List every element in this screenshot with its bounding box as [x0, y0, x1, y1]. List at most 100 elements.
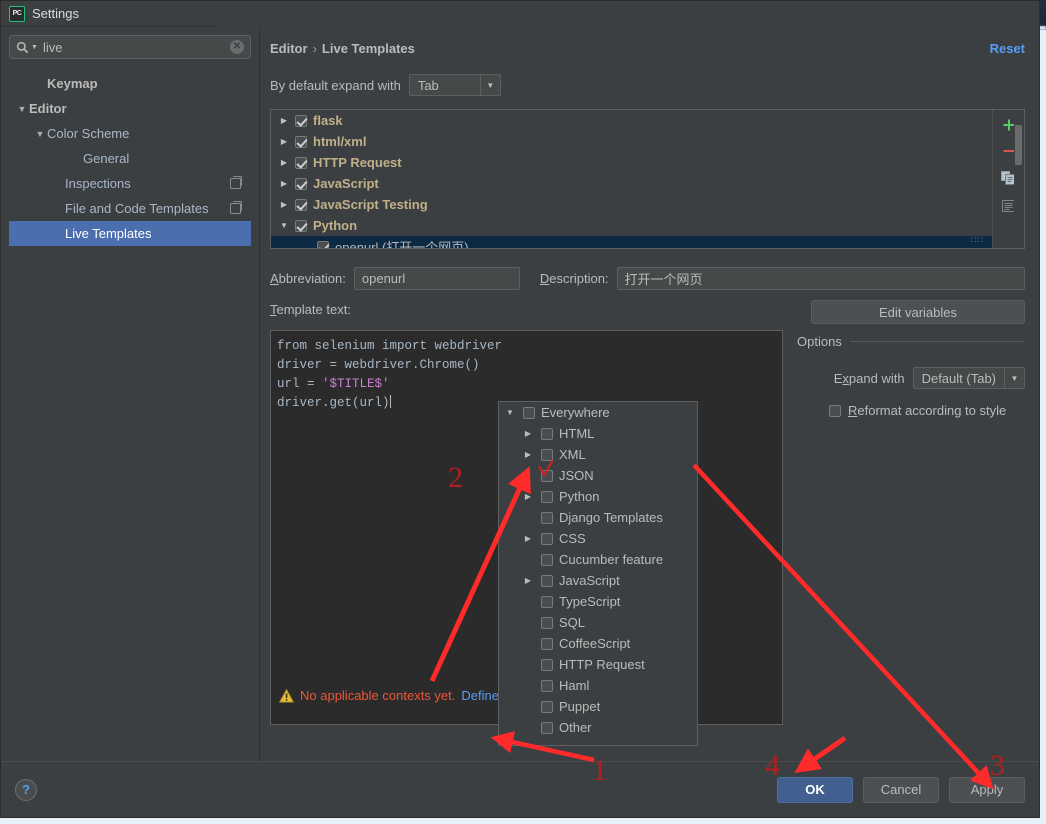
template-name: html/xml [313, 134, 367, 149]
sidebar-item-live-templates[interactable]: Live Templates [9, 221, 251, 246]
twisty-icon[interactable]: ▶ [521, 492, 535, 501]
twisty-icon[interactable]: ▼ [503, 408, 517, 417]
context-item-html[interactable]: ▶ HTML [499, 423, 697, 444]
reset-link[interactable]: Reset [990, 41, 1025, 56]
context-item-cucumber-feature[interactable]: Cucumber feature [499, 549, 697, 570]
context-item-typescript[interactable]: TypeScript [499, 591, 697, 612]
context-checkbox[interactable] [541, 532, 553, 545]
twisty-icon[interactable]: ▶ [279, 158, 289, 167]
context-selection-popup[interactable]: ▼ Everywhere ▶ HTML ▶ XML JSON ▶ Python Django Te… [498, 401, 698, 746]
context-checkbox[interactable] [541, 637, 553, 650]
context-checkbox[interactable] [541, 721, 553, 734]
context-checkbox[interactable] [541, 595, 553, 608]
apply-button[interactable]: Apply [949, 776, 1025, 803]
twisty-icon[interactable]: ▶ [521, 429, 535, 438]
search-dropdown-icon[interactable]: ▼ [31, 44, 38, 51]
sidebar-item-file-and-code-templates[interactable]: File and Code Templates [9, 196, 251, 221]
twisty-icon[interactable]: ▶ [521, 576, 535, 585]
cancel-button[interactable]: Cancel [863, 776, 939, 803]
context-checkbox[interactable] [541, 469, 553, 482]
context-checkbox[interactable] [523, 406, 535, 419]
context-checkbox[interactable] [541, 553, 553, 566]
context-checkbox[interactable] [541, 427, 553, 440]
search-box[interactable]: ▼ live ✕ [9, 35, 251, 59]
expand-with-combobox[interactable]: Default (Tab) ▼ [912, 367, 1025, 389]
context-item-everywhere[interactable]: ▼ Everywhere [499, 402, 697, 423]
context-checkbox[interactable] [541, 490, 553, 503]
context-checkbox[interactable] [541, 658, 553, 671]
sidebar-item-editor[interactable]: ▼ Editor [9, 96, 251, 121]
context-item-json[interactable]: JSON [499, 465, 697, 486]
twisty-icon[interactable]: ▶ [279, 137, 289, 146]
context-item-javascript[interactable]: ▶ JavaScript [499, 570, 697, 591]
context-item-coffeescript[interactable]: CoffeeScript [499, 633, 697, 654]
template-name: Python [313, 218, 358, 233]
context-item-django-templates[interactable]: Django Templates [499, 507, 697, 528]
template-checkbox[interactable] [295, 177, 307, 190]
default-expand-combobox[interactable]: Tab ▼ [408, 74, 501, 96]
context-checkbox[interactable] [541, 616, 553, 629]
template-group-row[interactable]: ▶ flask [271, 110, 992, 131]
context-item-http-request[interactable]: HTTP Request [499, 654, 697, 675]
context-checkbox[interactable] [541, 448, 553, 461]
template-group-row[interactable]: openurl (打开一个网页) [271, 236, 992, 248]
template-group-row[interactable]: ▶ HTTP Request [271, 152, 992, 173]
reformat-label: Reformat according to style [848, 403, 1007, 418]
define-link[interactable]: Define [461, 688, 499, 703]
reformat-row[interactable]: Reformat according to style [797, 403, 1025, 418]
twisty-icon[interactable]: ▶ [521, 534, 535, 543]
twisty-icon[interactable]: ▼ [279, 221, 289, 230]
context-checkbox[interactable] [541, 511, 553, 524]
help-button[interactable]: ? [15, 778, 37, 801]
template-group-row[interactable]: ▼ Python [271, 215, 992, 236]
twisty-icon[interactable]: ▶ [521, 450, 535, 459]
chevron-down-icon[interactable]: ▼ [479, 75, 500, 95]
description-input[interactable]: 打开一个网页 [616, 267, 1025, 290]
template-checkbox[interactable] [295, 198, 307, 211]
template-checkbox[interactable] [295, 219, 307, 232]
template-group-row[interactable]: ▶ JavaScript [271, 173, 992, 194]
context-item-haml[interactable]: Haml [499, 675, 697, 696]
breadcrumb-root[interactable]: Editor [270, 41, 308, 56]
sidebar-item-inspections[interactable]: Inspections [9, 171, 251, 196]
templates-scrollbar-thumb[interactable] [1015, 125, 1022, 165]
context-checkbox[interactable] [541, 574, 553, 587]
abbreviation-input[interactable]: openurl [353, 267, 520, 290]
resize-grip[interactable]: ∷∷ [971, 235, 984, 246]
context-item-sql[interactable]: SQL [499, 612, 697, 633]
sidebar-item-general[interactable]: General [9, 146, 251, 171]
twisty-icon[interactable]: ▼ [15, 104, 29, 114]
template-group-row[interactable]: ▶ html/xml [271, 131, 992, 152]
context-item-puppet[interactable]: Puppet [499, 696, 697, 717]
context-item-other[interactable]: Other [499, 717, 697, 738]
search-input[interactable]: live [40, 40, 228, 55]
context-checkbox[interactable] [541, 700, 553, 713]
template-group-row[interactable]: ▶ JavaScript Testing [271, 194, 992, 215]
sidebar-item-color-scheme[interactable]: ▼ Color Scheme [9, 121, 251, 146]
twisty-icon[interactable]: ▶ [279, 116, 289, 125]
context-item-css[interactable]: ▶ CSS [499, 528, 697, 549]
chevron-down-icon[interactable]: ▼ [1004, 368, 1024, 388]
expand-with-label: Expand with [833, 370, 905, 386]
context-checkbox[interactable] [541, 679, 553, 692]
sidebar-item-keymap[interactable]: Keymap [9, 71, 251, 96]
context-item-label: Django Templates [559, 510, 663, 525]
template-checkbox[interactable] [295, 156, 307, 169]
template-checkbox[interactable] [317, 240, 329, 248]
ok-button[interactable]: OK [777, 776, 853, 803]
sidebar-item-label: File and Code Templates [65, 201, 209, 216]
twisty-icon[interactable]: ▼ [33, 129, 47, 139]
code-line: from selenium import webdriver [277, 339, 503, 353]
search-clear-icon[interactable]: ✕ [230, 40, 244, 54]
edit-variables-button[interactable]: Edit variables [811, 300, 1025, 324]
twisty-icon[interactable]: ▶ [279, 200, 289, 209]
breadcrumb-row: Editor › Live Templates Reset [270, 35, 1025, 61]
reformat-checkbox[interactable] [829, 404, 841, 417]
template-checkbox[interactable] [295, 135, 307, 148]
template-checkbox[interactable] [295, 114, 307, 127]
context-item-python[interactable]: ▶ Python [499, 486, 697, 507]
templates-list[interactable]: ▶ flask ▶ html/xml ▶ HTTP Request ▶ JavaScript ▶… [271, 110, 992, 248]
context-item-xml[interactable]: ▶ XML [499, 444, 697, 465]
templates-scrollbar[interactable] [1014, 111, 1023, 248]
twisty-icon[interactable]: ▶ [279, 179, 289, 188]
